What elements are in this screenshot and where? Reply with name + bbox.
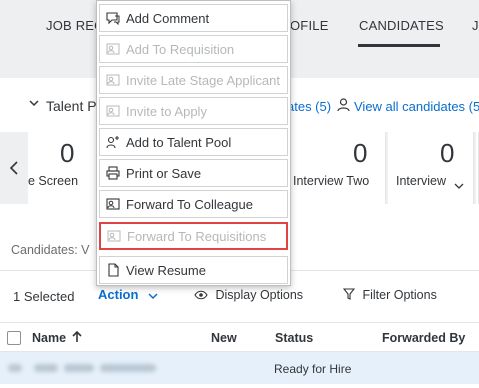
menu-item-label: Forward To Colleague <box>126 196 253 212</box>
tab-profile[interactable]: OFILE <box>290 18 329 33</box>
chevron-left-icon[interactable] <box>0 132 28 204</box>
menu-item-add-to-requisition[interactable]: Add To Requisition <box>99 35 288 63</box>
printer-icon <box>106 166 120 180</box>
column-header-status[interactable]: Status <box>275 331 313 345</box>
action-menu: Add Comment Add To Requisition Invite La… <box>96 0 291 286</box>
menu-item-label: Add To Requisition <box>126 41 235 57</box>
chevron-down-icon <box>148 288 158 303</box>
redacted-content <box>64 364 94 372</box>
menu-item-forward-to-requisitions[interactable]: Forward To Requisitions <box>99 222 288 250</box>
person-invite-icon <box>106 104 120 118</box>
tab-candidates[interactable]: CANDIDATES <box>359 18 444 33</box>
stage-card-interview[interactable]: 0 Interview <box>388 132 474 204</box>
menu-item-label: Add to Talent Pool <box>126 134 232 150</box>
table-header: Name New Status Forwarded By <box>0 322 479 352</box>
filter-options-button[interactable]: Filter Options <box>342 288 437 303</box>
display-options-label: Display Options <box>215 288 304 302</box>
person-forward-icon <box>106 197 120 211</box>
chevron-down-icon[interactable] <box>28 96 40 112</box>
filter-icon <box>342 288 356 303</box>
menu-item-label: Print or Save <box>126 165 202 181</box>
action-button[interactable]: Action <box>98 287 158 303</box>
redacted-content <box>34 364 58 372</box>
filter-options-label: Filter Options <box>362 288 437 302</box>
column-header-forwarded-by[interactable]: Forwarded By <box>382 331 465 345</box>
talent-pool-title: Talent P <box>46 98 97 114</box>
person-forward-icon <box>107 229 121 243</box>
tab-jobs[interactable]: JO <box>472 18 479 33</box>
candidates-filter-label: Candidates: V <box>11 243 90 257</box>
person-invite-icon <box>106 73 120 87</box>
app-root: JOB REQ OFILE CANDIDATES JO Talent P ate… <box>0 0 479 388</box>
redacted-content <box>100 364 156 372</box>
menu-item-add-to-talent-pool[interactable]: Add to Talent Pool <box>99 128 288 156</box>
person-plus-icon <box>106 135 120 149</box>
column-header-name[interactable]: Name <box>32 330 82 346</box>
status-cell: Ready for Hire <box>274 362 352 376</box>
stage-label: Interview <box>396 174 447 188</box>
menu-item-view-resume[interactable]: View Resume <box>99 256 288 284</box>
selected-count: 1 Selected <box>13 289 75 304</box>
stage-count: 0 <box>353 138 368 168</box>
comment-icon <box>106 11 120 25</box>
menu-item-print-or-save[interactable]: Print or Save <box>99 159 288 187</box>
menu-item-invite-late-stage-applicant[interactable]: Invite Late Stage Applicant <box>99 66 288 94</box>
table-row[interactable]: Ready for Hire <box>0 352 479 384</box>
menu-item-label: Forward To Requisitions <box>127 228 267 244</box>
stage-card-interview-two[interactable]: 0 Interview Two <box>290 132 386 204</box>
menu-item-label: Add Comment <box>126 10 210 26</box>
menu-item-label: View Resume <box>126 262 206 278</box>
menu-item-invite-to-apply[interactable]: Invite to Apply <box>99 97 288 125</box>
stage-label: Interview Two <box>293 174 370 188</box>
document-icon <box>106 263 120 277</box>
person-icon <box>337 98 350 115</box>
chevron-down-icon[interactable] <box>454 177 464 195</box>
stage-label: e Screen <box>28 174 79 188</box>
select-all-checkbox[interactable] <box>7 331 21 345</box>
display-options-button[interactable]: Display Options <box>194 288 303 303</box>
sort-ascending-icon <box>71 330 82 346</box>
person-add-icon <box>106 42 120 56</box>
column-header-label: Name <box>32 331 67 345</box>
view-all-candidates-link[interactable]: View all candidates (5 <box>354 99 479 114</box>
action-label: Action <box>98 287 139 302</box>
candidates-link[interactable]: ates (5) <box>287 99 331 114</box>
stage-count: 0 <box>440 138 455 168</box>
column-header-new[interactable]: New <box>211 331 237 345</box>
menu-item-label: Invite Late Stage Applicant <box>126 72 280 88</box>
redacted-content <box>8 364 22 372</box>
stage-count: 0 <box>60 138 75 168</box>
active-tab-indicator <box>358 44 440 47</box>
menu-item-add-comment[interactable]: Add Comment <box>99 4 288 32</box>
menu-item-label: Invite to Apply <box>126 103 207 119</box>
eye-icon <box>194 289 208 303</box>
menu-item-forward-to-colleague[interactable]: Forward To Colleague <box>99 190 288 218</box>
